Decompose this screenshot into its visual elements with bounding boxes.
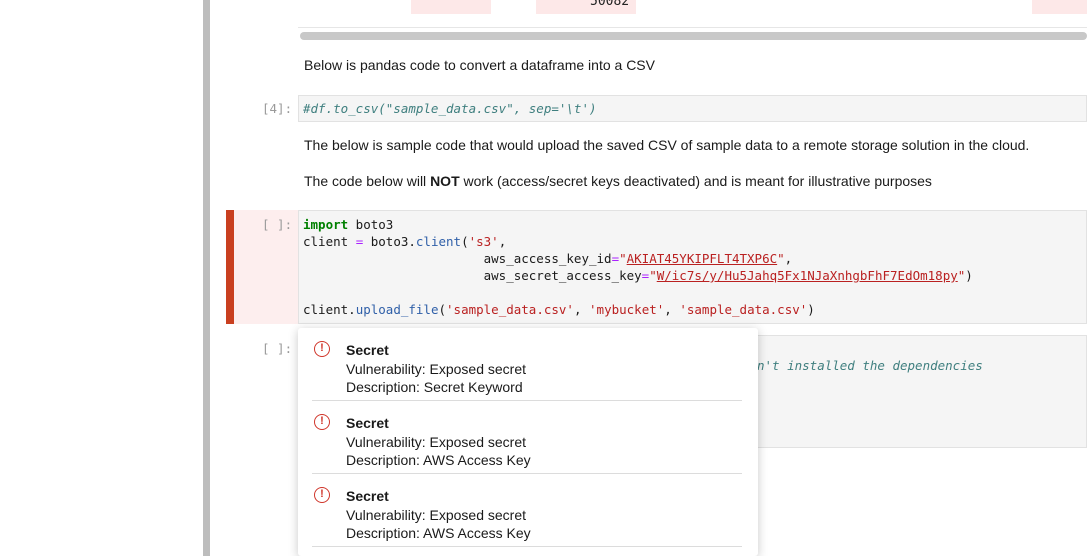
code-token: , [573,302,590,317]
vulnerability-item[interactable]: ! Secret Vulnerability: Exposed secret D… [298,474,758,547]
code-token: ( [438,302,447,317]
code-token: aws_secret_access_key [303,268,642,283]
code-token: , [784,251,793,266]
code-comment: n't installed the dependencies [757,358,983,373]
vulnerability-item[interactable]: ! Secret Vulnerability: Exposed secret D… [298,401,758,474]
code-token: " [649,268,657,283]
code-token: , [664,302,680,317]
issue-vulnerability: Vulnerability: Exposed secret [346,361,527,377]
issue-title: Secret [346,342,389,358]
code-token: = [611,251,620,266]
left-panel [0,0,203,556]
issue-divider [312,546,742,547]
code-cell-boto3[interactable]: import boto3 client = boto3.client('s3',… [298,210,1087,324]
markdown-pandas-intro: Below is pandas code to convert a datafr… [304,57,655,73]
warning-text-suffix: work (access/secret keys deactivated) an… [459,173,932,189]
code-line-1: import boto3 [303,217,393,232]
warning-text-bold: NOT [430,173,460,189]
code-token: " [619,251,627,266]
code-token: 'sample_data.csv' [679,302,808,317]
issue-vulnerability: Vulnerability: Exposed secret [346,434,527,450]
issue-title: Secret [346,488,389,504]
active-cell-indicator[interactable] [226,210,234,324]
issue-vulnerability: Vulnerability: Exposed secret [346,507,527,523]
vulnerability-popup[interactable]: ! Secret Vulnerability: Exposed secret D… [298,328,758,556]
issue-description: Description: AWS Access Key [346,525,531,541]
code-line-4: aws_secret_access_key="W/ic7s/y/Hu5Jahq5… [303,268,973,283]
code-token: ) [807,302,815,317]
issue-description: Description: Secret Keyword [346,379,523,395]
issue-title: Secret [346,415,389,431]
code-token: , [498,234,507,249]
code-token: import [303,217,349,232]
output-divider [298,27,1087,28]
code-token: " [777,251,785,266]
output-value: 50082 [590,0,630,9]
code-token: client. [303,302,356,317]
markdown-upload-intro: The below is sample code that would uplo… [304,137,1030,153]
warning-text-prefix: The code below will [304,173,431,189]
code-line-6: client.upload_file('sample_data.csv', 'm… [303,302,815,317]
code-token: client [303,234,356,249]
alert-circle-icon: ! [314,487,330,503]
output-cell-highlight [1032,0,1087,14]
issue-description: Description: AWS Access Key [346,452,531,468]
code-cell-to-csv[interactable]: #df.to_csv("sample_data.csv", sep='\t') [298,95,1087,122]
code-token: upload_file [355,302,439,317]
flagged-access-key[interactable]: AKIAT45YKIPFLT4TXP6C [627,251,778,266]
code-comment: #df.to_csv("sample_data.csv", sep='\t') [303,101,597,116]
cell-prompt: [4]: [262,101,293,116]
markdown-warning: The code below will NOT work (access/sec… [304,173,932,189]
code-token: 'mybucket' [589,302,665,317]
alert-circle-icon: ! [314,341,330,357]
code-token: boto3. [363,234,416,249]
code-line-2: client = boto3.client('s3', [303,234,506,249]
code-token: aws_access_key_id [303,251,612,266]
flagged-secret-key[interactable]: W/ic7s/y/Hu5Jahq5Fx1NJaXnhgbFhF7EdOm18py [657,268,958,283]
cell-prompt: [ ]: [262,217,293,232]
code-line-3: aws_access_key_id="AKIAT45YKIPFLT4TXP6C"… [303,251,793,266]
code-token: 'sample_data.csv' [446,302,574,317]
cell-prompt: [ ]: [262,341,293,356]
code-token: boto3 [348,217,394,232]
code-token: client [415,234,462,249]
output-cell-highlight [411,0,491,14]
code-token: ) [965,268,973,283]
vulnerability-item[interactable]: ! Secret Vulnerability: Exposed secret D… [298,328,758,401]
alert-circle-icon: ! [314,414,330,430]
horizontal-scrollbar[interactable] [300,32,1087,40]
sidebar-divider[interactable] [203,0,210,556]
code-token: ( [461,234,469,249]
code-token: 's3' [468,234,499,249]
